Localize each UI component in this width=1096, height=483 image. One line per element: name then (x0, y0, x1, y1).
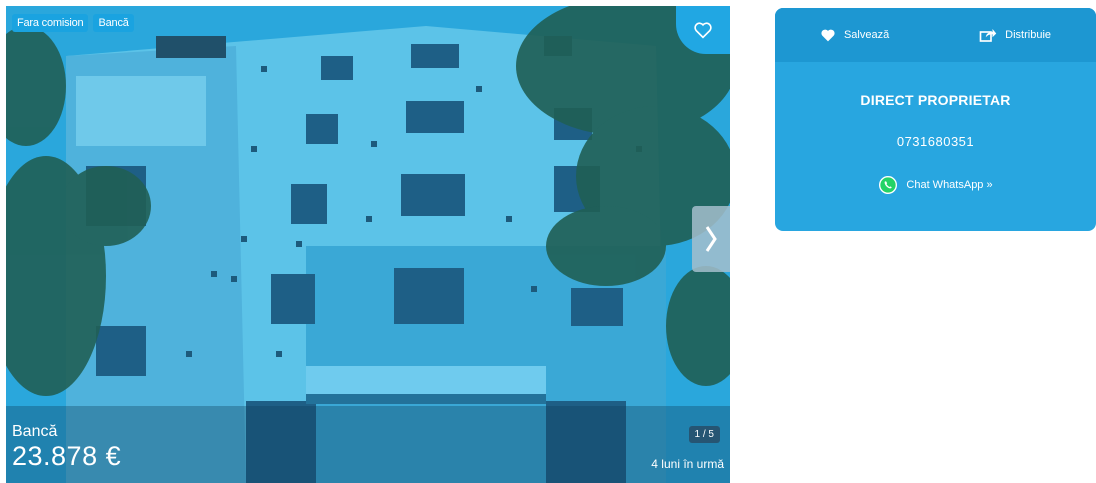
next-photo-button[interactable] (692, 206, 730, 272)
price-value: 23.878 € (12, 441, 122, 471)
card-actions: Salvează Distribuie (775, 8, 1096, 62)
owner-type: DIRECT PROPRIETAR (860, 92, 1011, 108)
tag-bank: Bancă (93, 14, 134, 32)
share-icon (979, 29, 997, 42)
share-button[interactable]: Distribuie (979, 27, 1051, 43)
whatsapp-chat-link[interactable]: Chat WhatsApp » (775, 175, 1096, 195)
contact-card: Salvează Distribuie DIRECT PROPRIETAR 07… (775, 8, 1096, 231)
tag-no-commission: Fara comision (12, 14, 89, 32)
building-image (6, 6, 730, 483)
whatsapp-icon (879, 176, 898, 194)
posted-time: 4 luni în urmă (651, 457, 724, 471)
photo-counter: 1 / 5 (688, 426, 720, 443)
save-label: Salvează (843, 29, 890, 41)
price-block: Bancă 23.878 € (12, 423, 121, 471)
listing-tags: Fara comision Bancă (12, 14, 134, 32)
whatsapp-label: Chat WhatsApp » (906, 179, 993, 191)
price-type: Bancă (12, 423, 58, 440)
listing-photo[interactable]: Fara comision Bancă Bancă 23.878 € 1 / 5… (6, 6, 730, 483)
chevron-right-icon (705, 226, 717, 252)
save-button[interactable]: Salvează (820, 28, 889, 42)
share-label: Distribuie (1005, 29, 1052, 41)
phone-number[interactable]: 0731680351 (775, 134, 1096, 149)
heart-outline-icon (694, 22, 712, 39)
heart-icon (821, 29, 835, 42)
